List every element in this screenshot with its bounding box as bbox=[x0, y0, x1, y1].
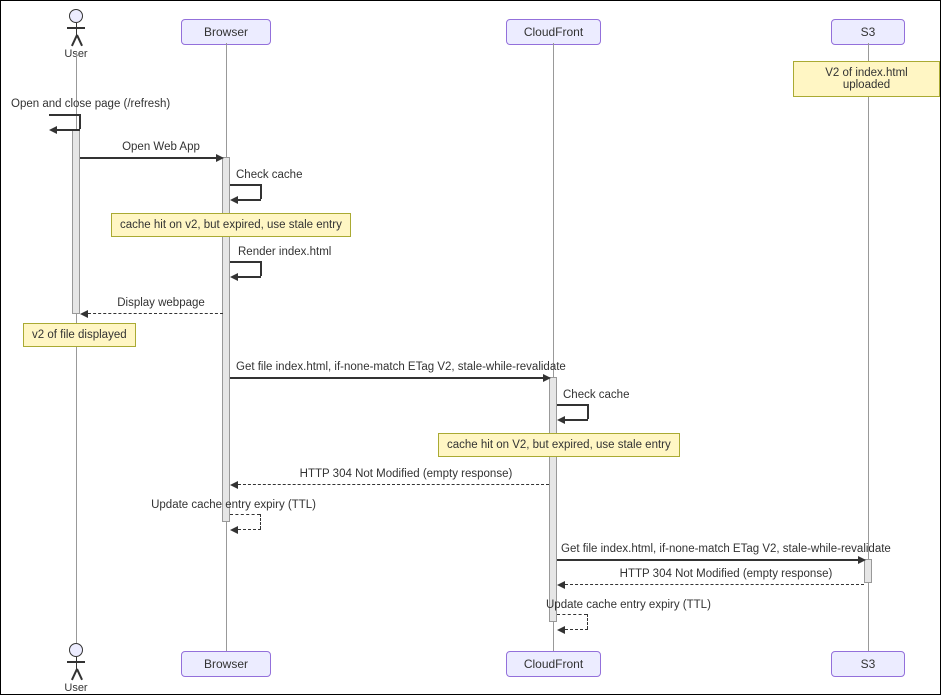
msg-check-cache-b: Check cache bbox=[236, 169, 302, 181]
msg-http304-cf: HTTP 304 Not Modified (empty response) bbox=[271, 468, 541, 480]
participant-s3-top: S3 bbox=[831, 19, 905, 45]
activation-user bbox=[72, 129, 80, 314]
msg-update-ttl-b: Update cache entry expiry (TTL) bbox=[136, 499, 316, 511]
note-s3-upload: V2 of index.html uploaded bbox=[793, 61, 940, 97]
participant-browser-top: Browser bbox=[181, 19, 271, 45]
note-cf-cache-hit: cache hit on V2, but expired, use stale … bbox=[438, 433, 680, 457]
participant-browser-bottom: Browser bbox=[181, 651, 271, 677]
sequence-diagram: User Browser CloudFront S3 V2 of index.h… bbox=[0, 0, 941, 695]
msg-update-ttl-cf: Update cache entry expiry (TTL) bbox=[546, 599, 726, 611]
msg-open-close: Open and close page (/refresh) bbox=[11, 98, 191, 110]
participant-s3-bottom: S3 bbox=[831, 651, 905, 677]
activation-browser bbox=[222, 157, 230, 522]
note-browser-cache-hit: cache hit on v2, but expired, use stale … bbox=[111, 213, 351, 237]
actor-user-label-bottom: User bbox=[61, 682, 91, 694]
actor-user-top bbox=[69, 9, 83, 23]
activation-cloudfront bbox=[549, 377, 557, 622]
actor-user-bottom bbox=[69, 643, 83, 657]
participant-cloudfront-bottom: CloudFront bbox=[506, 651, 601, 677]
note-file-displayed: v2 of file displayed bbox=[23, 323, 136, 347]
msg-open-app: Open Web App bbox=[101, 141, 221, 153]
msg-check-cache-cf: Check cache bbox=[563, 389, 629, 401]
participant-cloudfront-top: CloudFront bbox=[506, 19, 601, 45]
msg-http304-s3: HTTP 304 Not Modified (empty response) bbox=[596, 568, 856, 580]
msg-render-index: Render index.html bbox=[238, 246, 331, 258]
msg-get-file-s3: Get file index.html, if-none-match ETag … bbox=[561, 543, 861, 555]
msg-get-file-cf: Get file index.html, if-none-match ETag … bbox=[236, 361, 546, 373]
msg-display-page: Display webpage bbox=[101, 297, 221, 309]
